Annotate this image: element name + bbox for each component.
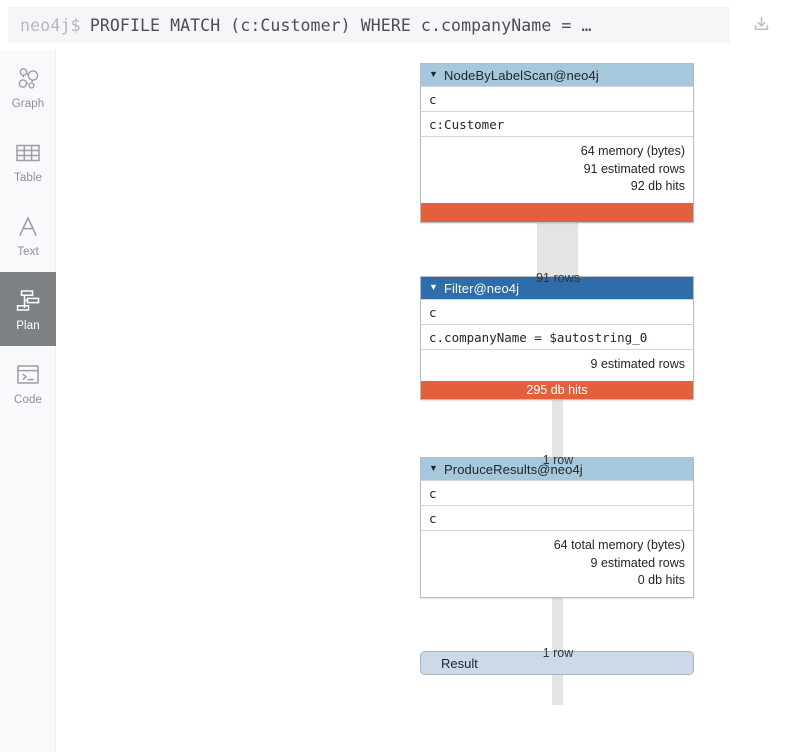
- operator-variable-row: c: [421, 86, 693, 111]
- plan-canvas: 91 rows 1 row 1 row ▼ NodeByLabelScan@ne…: [56, 50, 800, 752]
- plan-operator-produce-results[interactable]: ▼ ProduceResults@neo4j c c 64 total memo…: [420, 457, 694, 598]
- plan-icon: [14, 286, 42, 316]
- sidebar-label-code: Code: [14, 393, 42, 406]
- neo4j-plan-view: neo4j$ PROFILE MATCH (c:Customer) WHERE …: [0, 0, 800, 752]
- sidebar-label-graph: Graph: [11, 97, 45, 110]
- operator-header[interactable]: ▼ NodeByLabelScan@neo4j: [421, 64, 693, 86]
- query-text: PROFILE MATCH (c:Customer) WHERE c.compa…: [89, 15, 592, 35]
- connector-band-3: [552, 580, 563, 705]
- plan-operator-filter[interactable]: ▼ Filter@neo4j c c.companyName = $autost…: [420, 276, 694, 400]
- query-prompt: neo4j$: [20, 15, 81, 35]
- operator-stat-line: 91 estimated rows: [583, 161, 685, 176]
- result-label: Result: [441, 655, 478, 671]
- sidebar-item-text[interactable]: Text: [0, 198, 56, 272]
- operator-stat-line: 0 db hits: [637, 573, 685, 587]
- operator-stats: 64 total memory (bytes) 9 estimated rows…: [421, 530, 693, 597]
- chevron-down-icon[interactable]: ▼: [429, 463, 438, 473]
- query-bar[interactable]: neo4j$ PROFILE MATCH (c:Customer) WHERE …: [8, 7, 730, 43]
- query-header: neo4j$ PROFILE MATCH (c:Customer) WHERE …: [0, 0, 800, 50]
- operator-stats: 9 estimated rows: [421, 349, 693, 381]
- graph-icon: [14, 64, 42, 94]
- sidebar-item-table[interactable]: Table: [0, 124, 56, 198]
- connector-label-1: 91 rows: [536, 271, 580, 285]
- chevron-down-icon[interactable]: ▼: [429, 69, 438, 79]
- operator-dbhits-bar: [421, 202, 693, 222]
- sidebar-label-plan: Plan: [16, 319, 40, 332]
- table-icon: [15, 138, 41, 168]
- connector-label-3: 1 row: [542, 646, 574, 660]
- operator-variable-row: c: [421, 299, 693, 324]
- text-icon: [15, 212, 41, 242]
- connector-label-2: 1 row: [542, 453, 574, 467]
- operator-detail-row: c: [421, 505, 693, 530]
- operator-dbhits-bar: 295 db hits: [421, 380, 693, 399]
- code-icon: [15, 360, 41, 390]
- sidebar-label-table: Table: [14, 171, 42, 184]
- view-sidebar: Graph Table Text Plan Code: [0, 50, 56, 752]
- operator-detail-row: c.companyName = $autostring_0: [421, 324, 693, 349]
- operator-stat-line: 9 estimated rows: [590, 357, 685, 371]
- plan-operator-node-by-label-scan[interactable]: ▼ NodeByLabelScan@neo4j c c:Customer 64 …: [420, 63, 694, 223]
- sidebar-label-text: Text: [17, 245, 39, 258]
- operator-stats: 64 memory (bytes) 91 estimated rows 92 d…: [421, 136, 693, 203]
- operator-stat-line: 64 memory (bytes): [580, 144, 685, 158]
- operator-stat-line: 92 db hits: [630, 179, 685, 193]
- sidebar-item-plan[interactable]: Plan: [0, 272, 56, 346]
- operator-variable-row: c: [421, 480, 693, 505]
- operator-stat-line: 64 total memory (bytes): [553, 538, 685, 552]
- sidebar-item-graph[interactable]: Graph: [0, 50, 56, 124]
- sidebar-item-code[interactable]: Code: [0, 346, 56, 420]
- operator-detail-row: c:Customer: [421, 111, 693, 136]
- chevron-down-icon[interactable]: ▼: [429, 282, 438, 292]
- operator-title: Filter@neo4j: [444, 280, 520, 296]
- download-icon[interactable]: [747, 10, 775, 38]
- operator-stat-line: 9 estimated rows: [590, 555, 685, 570]
- operator-title: NodeByLabelScan@neo4j: [444, 67, 599, 83]
